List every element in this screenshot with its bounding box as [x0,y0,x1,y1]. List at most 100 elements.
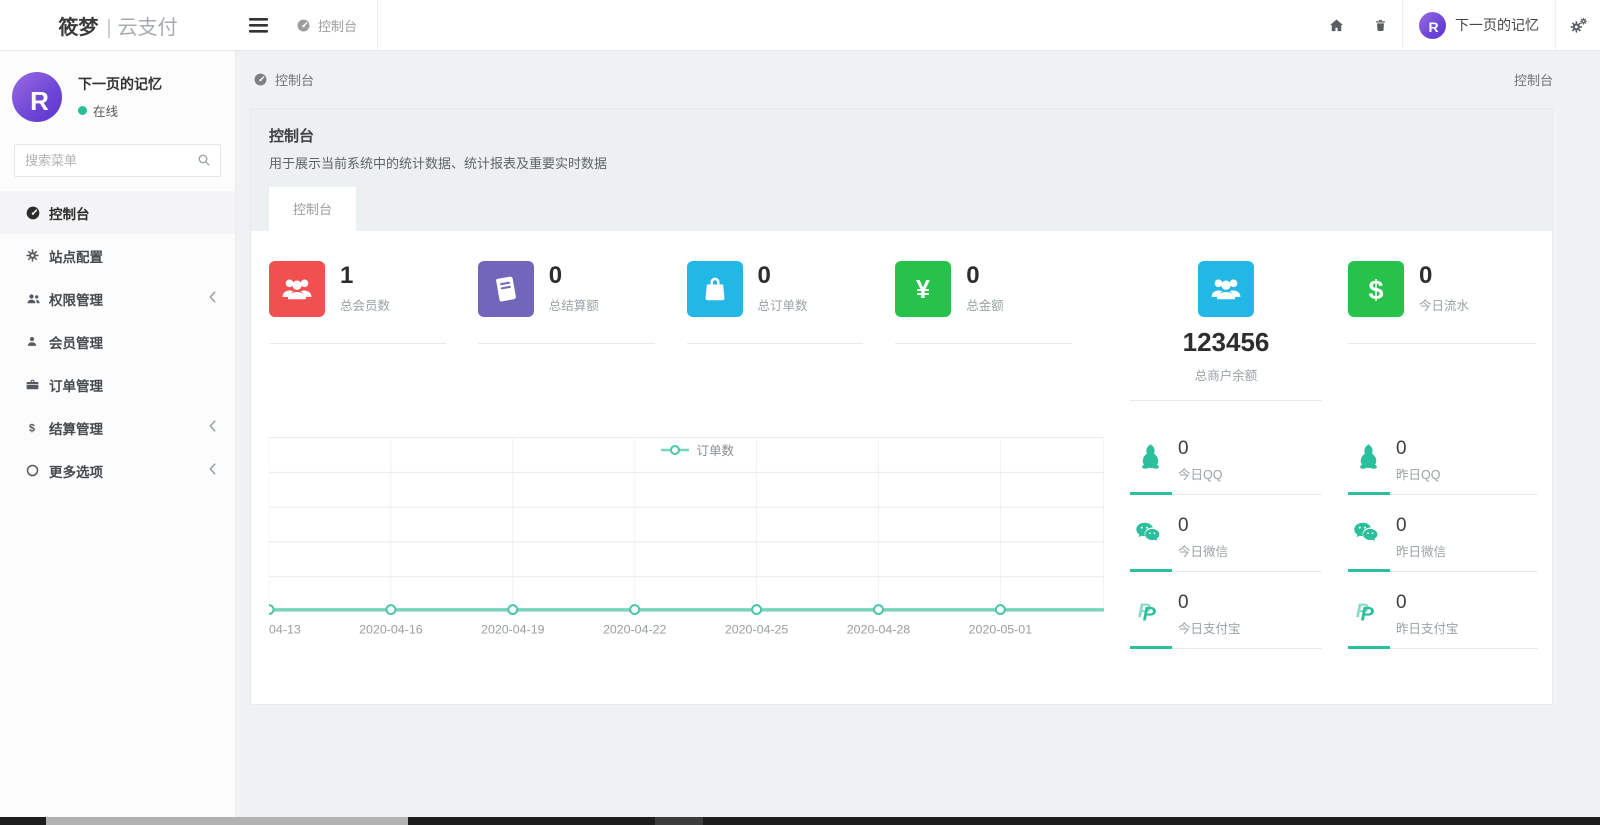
divider [477,343,655,344]
legend-marker-icon [661,444,690,455]
dollar-icon: $ [1369,275,1384,305]
merchant-balance-label: 总商户余额 [1194,369,1258,383]
svg-text:2020-05-01: 2020-05-01 [969,622,1033,636]
mini-stat-label: 昨日微信 [1396,544,1447,559]
sidebar-item-settlement[interactable]: $ 结算管理 [0,406,235,449]
chevron-left-icon [208,419,217,436]
svg-text:2020-04-28: 2020-04-28 [847,622,911,636]
stat-card-today-flow: $ 0 今日流水 [1348,261,1538,401]
circle-outline-icon [25,463,49,478]
gauge-icon [25,205,49,221]
topbar-actions: R 下一页的记忆 [1314,0,1600,50]
orders-chart-svg: 04-13 2020-04-16 2020-04-19 2020-04-22 2020-… [269,437,1104,636]
legend-label: 订单数 [696,444,734,458]
stat-label: 总订单数 [757,299,808,314]
users-group-icon [1211,279,1241,300]
sidebar-item-permissions[interactable]: 权限管理 [0,277,235,320]
profile-status: 在线 [78,101,162,120]
mini-stat-label: 今日微信 [1178,544,1229,559]
mini-stat-today-qq: 0 今日QQ [1130,438,1322,495]
sidebar-item-site-config[interactable]: 站点配置 [0,234,235,277]
svg-text:P: P [1143,603,1157,625]
svg-text:$: $ [29,422,35,434]
merchant-balance-value: 123456 [1182,327,1270,357]
users-group-icon [282,279,312,300]
svg-text:2020-04-19: 2020-04-19 [481,622,545,636]
today-mini-stats: 0 今日QQ 0 今日微信 P P 0 今日支付宝 [1130,438,1322,670]
clear-cache-button[interactable] [1358,0,1402,50]
wechat-icon [1130,518,1166,548]
tab-strip: 控制台 [269,187,1534,231]
svg-text:04-13: 04-13 [269,622,301,636]
stat-label: 今日流水 [1419,299,1470,314]
brand-name: 筱梦 [58,16,99,39]
home-icon [1329,19,1343,31]
chart-plot-area: 04-13 2020-04-16 2020-04-19 2020-04-22 2020-… [269,437,1104,639]
mini-stat-yesterday-alipay: PP 0 昨日支付宝 [1348,592,1538,649]
user-name: 下一页的记忆 [1455,17,1539,33]
svg-text:¥: ¥ [916,276,931,304]
panel-body: 1 总会员数 0 总结算额 0 总订单数 ¥ 0 总金额 123456 总商户余… [250,231,1553,705]
user-menu[interactable]: R 下一页的记忆 [1402,0,1556,50]
sidebar-item-orders[interactable]: 订单管理 [0,363,235,406]
search-icon[interactable] [196,152,212,171]
mini-stat-label: 今日QQ [1178,467,1223,482]
accent-divider [1130,491,1322,495]
sidebar-item-more-options[interactable]: 更多选项 [0,449,235,492]
menu-search-input[interactable] [14,144,221,177]
sidebar-toggle-button[interactable] [236,0,280,50]
breadcrumb-dashboard-link[interactable]: 控制台 [253,70,314,89]
breadcrumb-current: 控制台 [1513,73,1553,88]
accent-divider [1348,491,1538,495]
home-button[interactable] [1314,0,1358,50]
sidebar-item-members[interactable]: 会员管理 [0,320,235,363]
mini-stat-today-alipay: PP 0 今日支付宝 [1130,592,1322,649]
mini-stat-label: 昨日QQ [1396,467,1441,482]
settings-button[interactable] [1556,0,1600,50]
scrollbar-segment [655,817,703,825]
divider [686,343,864,344]
chevron-left-icon [208,462,217,479]
settlement-tile [477,261,534,317]
profile-name: 下一页的记忆 [78,76,162,92]
dollar-icon: $ [25,420,49,436]
main-content: 控制台 控制台 控制台 用于展示当前系统中的统计数据、统计报表及重要实时数据 控… [236,51,1600,817]
gear-icon [25,248,49,263]
mini-stat-value: 0 [1396,438,1407,459]
flow-tile: $ [1348,261,1404,317]
sidebar-item-dashboard[interactable]: 控制台 [0,191,235,234]
online-status-label: 在线 [93,105,119,119]
gauge-icon [297,19,310,31]
mini-stat-label: 昨日支付宝 [1396,621,1459,636]
mini-stat-value: 0 [1396,514,1407,536]
topbar: 筱梦 | 云支付 控制台 R 下一页的记忆 [0,0,1600,51]
profile-avatar[interactable]: R [12,72,62,122]
accent-divider [1130,645,1322,649]
chevron-left-icon [208,290,217,307]
app-logo: 筱梦 | 云支付 [0,0,236,50]
stat-card-total-amount: ¥ 0 总金额 [895,261,1104,401]
cogs-icon [1570,17,1587,33]
svg-text:2020-04-16: 2020-04-16 [359,622,423,636]
stat-cards-row: 1 总会员数 0 总结算额 0 总订单数 ¥ 0 总金额 [269,261,1104,401]
users-icon [25,291,49,307]
svg-text:2020-04-25: 2020-04-25 [725,622,789,636]
tab-dashboard[interactable]: 控制台 [269,187,357,231]
svg-text:P: P [1361,603,1375,625]
yen-icon: ¥ [916,276,931,304]
book-icon [495,276,516,302]
accent-divider [1130,568,1322,572]
stat-label: 总金额 [966,299,1004,314]
stat-label: 总会员数 [340,299,391,314]
chart-legend[interactable]: 订单数 [661,440,734,459]
stat-card-merchant-balance: 123456 总商户余额 [1130,261,1322,401]
open-tab-dashboard[interactable]: 控制台 [280,0,379,50]
yesterday-mini-stats: 0 昨日QQ 0 昨日微信 P P 0 昨日支付宝 [1348,438,1538,670]
stat-card-total-members: 1 总会员数 [269,261,478,401]
shopping-bag-icon [705,277,724,301]
accent-divider [1348,645,1538,649]
horizontal-scrollbar[interactable] [0,817,1600,825]
stat-value: 1 [340,262,354,289]
scrollbar-thumb[interactable] [46,817,408,825]
divider [1130,400,1322,401]
